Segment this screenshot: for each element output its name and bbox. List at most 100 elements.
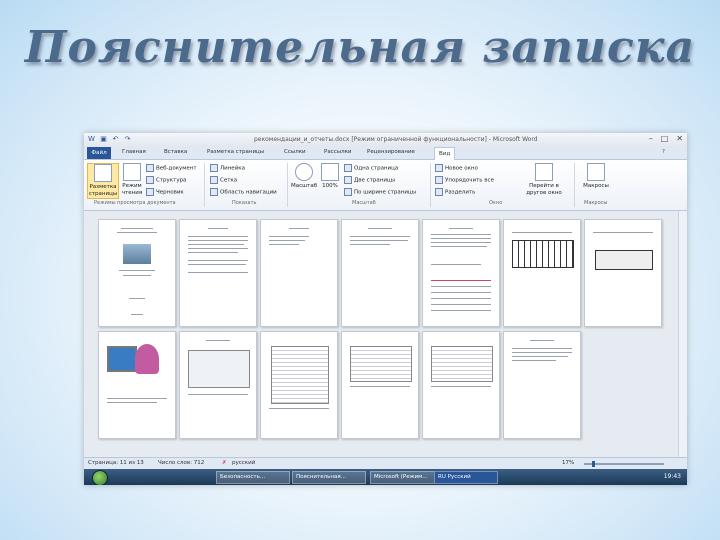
print-layout-button[interactable]: Разметка страницы bbox=[87, 163, 119, 199]
page-thumbnail[interactable] bbox=[179, 219, 257, 327]
page-thumbnail[interactable] bbox=[503, 331, 581, 439]
vertical-scrollbar[interactable] bbox=[678, 211, 687, 457]
text-line bbox=[188, 252, 238, 253]
book-icon bbox=[123, 163, 141, 181]
switch-windows-button[interactable]: Перейти в другое окно bbox=[524, 163, 564, 197]
tab-references[interactable]: Ссылки bbox=[284, 149, 306, 155]
redo-icon[interactable]: ↷ bbox=[123, 135, 132, 144]
web-icon bbox=[146, 164, 154, 172]
split-button[interactable]: Разделить bbox=[435, 188, 475, 196]
text-line bbox=[431, 310, 491, 311]
minimize-button[interactable]: – bbox=[649, 134, 653, 143]
text-line bbox=[431, 286, 491, 287]
page-count[interactable]: Страница: 11 из 13 bbox=[88, 460, 144, 466]
page-thumbnail[interactable] bbox=[260, 219, 338, 327]
page-thumbnail[interactable] bbox=[341, 219, 419, 327]
ruler-checkbox[interactable]: Линейка bbox=[210, 164, 245, 172]
one-page-label: Одна страница bbox=[354, 165, 399, 172]
tab-insert[interactable]: Вставка bbox=[164, 149, 187, 155]
page-thumbnail[interactable] bbox=[98, 331, 176, 439]
proofing-icon[interactable]: ✗ bbox=[222, 460, 227, 466]
zoom-100-button[interactable]: 100% bbox=[320, 163, 340, 190]
table-screenshot-image bbox=[350, 346, 412, 382]
group-label-macros: Макросы bbox=[584, 200, 608, 206]
language-bar[interactable]: RU Русский bbox=[434, 471, 498, 484]
reading-mode-button[interactable]: Режим чтения bbox=[119, 163, 145, 197]
windows-taskbar: Безопасность... Пояснительная... Microso… bbox=[84, 469, 687, 485]
taskbar-button[interactable]: Microsoft (Режим... bbox=[370, 471, 444, 484]
web-layout-button[interactable]: Веб-документ bbox=[146, 164, 197, 172]
text-line bbox=[431, 242, 491, 243]
taskbar-button[interactable]: Пояснительная... bbox=[292, 471, 366, 484]
undo-icon[interactable]: ↶ bbox=[111, 135, 120, 144]
text-line bbox=[431, 304, 491, 305]
tab-review[interactable]: Рецензирование bbox=[367, 149, 415, 155]
tab-mailings[interactable]: Рассылки bbox=[324, 149, 352, 155]
language-indicator[interactable]: русский bbox=[232, 460, 255, 466]
two-pages-button[interactable]: Две страницы bbox=[344, 176, 395, 184]
page-thumbnail[interactable] bbox=[422, 331, 500, 439]
text-line bbox=[512, 360, 556, 361]
nav-pane-checkbox[interactable]: Область навигации bbox=[210, 188, 277, 196]
text-line bbox=[431, 246, 487, 247]
text-line bbox=[431, 298, 491, 299]
text-line bbox=[188, 264, 246, 265]
zoom-level[interactable]: 17% bbox=[562, 460, 574, 466]
text-line bbox=[269, 244, 299, 245]
text-line bbox=[368, 228, 392, 229]
maximize-button[interactable]: □ bbox=[661, 134, 669, 143]
table-image bbox=[512, 240, 574, 268]
document-pages-area[interactable] bbox=[84, 211, 679, 457]
text-line bbox=[530, 340, 554, 341]
outline-icon bbox=[146, 176, 154, 184]
text-line bbox=[269, 236, 309, 237]
zoom-button[interactable]: Масштаб bbox=[291, 163, 317, 190]
nav-pane-label: Область навигации bbox=[220, 189, 277, 196]
group-separator bbox=[430, 163, 431, 207]
text-line bbox=[123, 275, 151, 276]
outline-label: Структура bbox=[156, 177, 187, 184]
zoom-100-icon bbox=[321, 163, 339, 181]
reading-mode-label: Режим чтения bbox=[121, 183, 143, 196]
zoom-slider[interactable] bbox=[584, 463, 664, 465]
page-thumbnail[interactable] bbox=[341, 331, 419, 439]
page-thumbnail[interactable] bbox=[422, 219, 500, 327]
text-line bbox=[512, 348, 572, 349]
page-thumbnail[interactable] bbox=[503, 219, 581, 327]
table-screenshot-image bbox=[271, 346, 329, 404]
start-button[interactable] bbox=[92, 470, 108, 485]
outline-button[interactable]: Структура bbox=[146, 176, 186, 184]
tab-view[interactable]: Вид bbox=[434, 147, 456, 160]
page-width-button[interactable]: По ширине страницы bbox=[344, 188, 416, 196]
tab-home[interactable]: Главная bbox=[122, 149, 146, 155]
zoom-slider-thumb[interactable] bbox=[592, 461, 595, 467]
one-page-button[interactable]: Одна страница bbox=[344, 164, 398, 172]
macros-icon bbox=[587, 163, 605, 181]
taskbar-button[interactable]: Безопасность... bbox=[216, 471, 290, 484]
save-icon[interactable]: ▣ bbox=[99, 135, 108, 144]
split-icon bbox=[435, 188, 443, 196]
close-button[interactable]: ✕ bbox=[676, 134, 683, 143]
screenshot-image bbox=[188, 350, 250, 388]
macros-button[interactable]: Макросы bbox=[581, 163, 611, 190]
arrange-all-button[interactable]: Упорядочить все bbox=[435, 176, 494, 184]
word-count[interactable]: Число слов: 712 bbox=[158, 460, 204, 466]
page-thumbnail[interactable] bbox=[98, 219, 176, 327]
help-icon[interactable]: ? bbox=[662, 149, 665, 155]
zoom-100-label: 100% bbox=[322, 183, 338, 189]
tab-file[interactable]: Файл bbox=[87, 147, 111, 159]
grid-checkbox[interactable]: Сетка bbox=[210, 176, 237, 184]
page-thumbnail[interactable] bbox=[179, 331, 257, 439]
new-window-button[interactable]: Новое окно bbox=[435, 164, 478, 172]
web-layout-label: Веб-документ bbox=[156, 165, 197, 172]
draft-button[interactable]: Черновик bbox=[146, 188, 184, 196]
text-line bbox=[188, 394, 248, 395]
draft-icon bbox=[146, 188, 154, 196]
text-line bbox=[350, 236, 410, 237]
page-thumbnail[interactable] bbox=[584, 219, 662, 327]
text-line bbox=[188, 244, 244, 245]
tab-page-layout[interactable]: Разметка страницы bbox=[207, 149, 264, 155]
page-thumbnail[interactable] bbox=[260, 331, 338, 439]
text-line bbox=[289, 228, 309, 229]
checkbox-icon bbox=[210, 188, 218, 196]
